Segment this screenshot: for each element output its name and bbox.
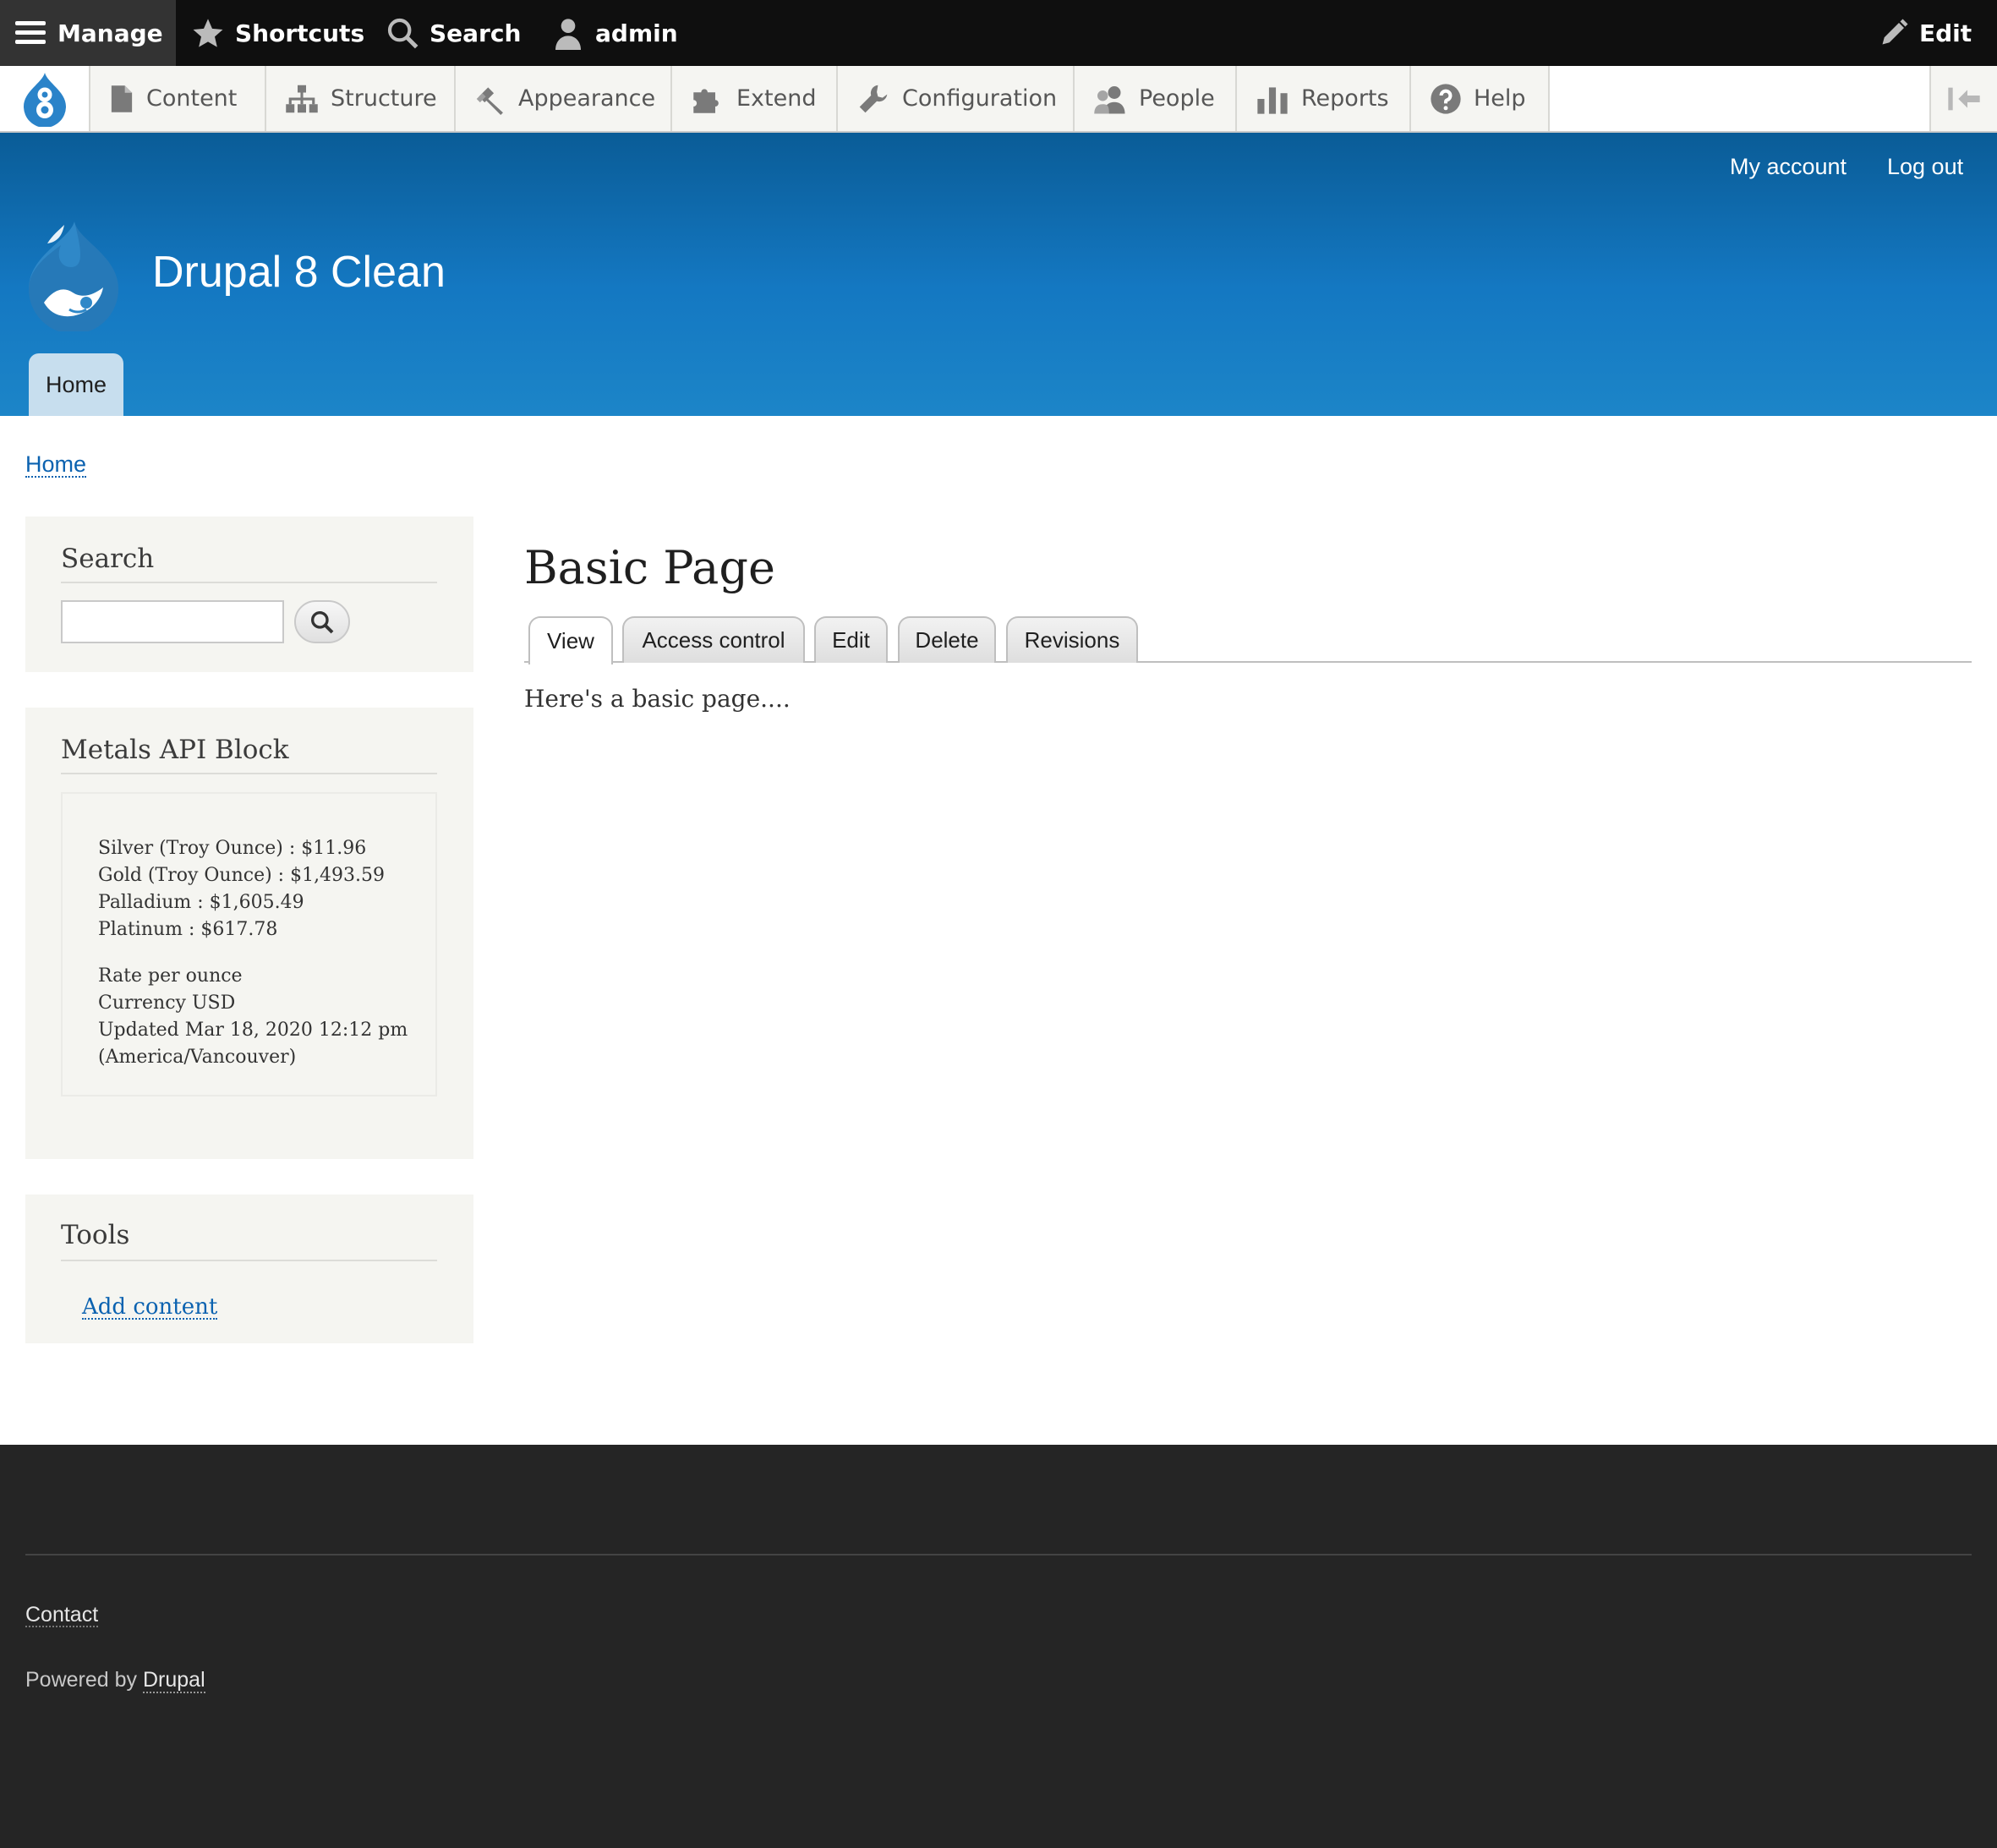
tray-item-label: Configuration bbox=[902, 85, 1058, 112]
site-name[interactable]: Drupal 8 Clean bbox=[152, 247, 446, 298]
block-title: Search bbox=[61, 544, 155, 574]
log-out-link[interactable]: Log out bbox=[1887, 154, 1963, 180]
gold-rate: Gold (Troy Ounce) : $1,493.59 bbox=[98, 865, 386, 886]
toolbar-manage-label: Manage bbox=[57, 19, 163, 47]
tray-item-label: Structure bbox=[331, 85, 437, 112]
tab-access-control[interactable]: Access control bbox=[622, 616, 805, 663]
people-icon bbox=[1094, 85, 1125, 113]
pencil-icon bbox=[1882, 19, 1908, 45]
platinum-rate: Platinum : $617.78 bbox=[98, 919, 278, 940]
tab-delete[interactable]: Delete bbox=[898, 616, 996, 663]
main-nav-home[interactable]: Home bbox=[29, 353, 123, 416]
toolbar-shortcuts[interactable]: Shortcuts bbox=[191, 0, 364, 66]
site-footer bbox=[0, 1445, 1997, 1848]
toolbar-edit[interactable]: Edit bbox=[1879, 0, 1972, 66]
divider bbox=[61, 582, 437, 583]
bar-chart-icon bbox=[1257, 86, 1288, 114]
drupal-link[interactable]: Drupal bbox=[142, 1668, 205, 1693]
search-block: Search bbox=[25, 517, 473, 672]
tray-item-content[interactable]: Content bbox=[90, 66, 266, 131]
node-body: Here's a basic page.... bbox=[524, 685, 791, 713]
search-input[interactable] bbox=[61, 600, 284, 643]
tray-item-configuration[interactable]: Configuration bbox=[838, 66, 1075, 131]
palladium-rate: Palladium : $1,605.49 bbox=[98, 892, 304, 913]
tray-item-label: Appearance bbox=[518, 85, 656, 112]
timezone-label: (America/Vancouver) bbox=[98, 1047, 297, 1068]
drupal-home-link[interactable] bbox=[0, 66, 90, 131]
tray-item-appearance[interactable]: Appearance bbox=[456, 66, 672, 131]
tools-block: Tools Add content bbox=[25, 1195, 473, 1343]
tray-item-label: Help bbox=[1474, 85, 1526, 112]
tray-item-reports[interactable]: Reports bbox=[1237, 66, 1411, 131]
search-icon bbox=[311, 610, 334, 633]
powered-by-text: Powered by bbox=[25, 1668, 138, 1692]
admin-toolbar: Manage Shortcuts Search admin Edit bbox=[0, 0, 1997, 66]
my-account-link[interactable]: My account bbox=[1730, 154, 1847, 180]
tray-orientation-toggle[interactable] bbox=[1929, 66, 1997, 131]
tray-item-extend[interactable]: Extend bbox=[672, 66, 838, 131]
tray-item-structure[interactable]: Structure bbox=[266, 66, 456, 131]
search-button[interactable] bbox=[294, 600, 350, 643]
paintbrush-icon bbox=[476, 86, 503, 115]
updated-timestamp: Updated Mar 18, 2020 12:12 pm bbox=[98, 1020, 408, 1041]
collapse-arrow-icon bbox=[1948, 87, 1980, 110]
toolbar-user[interactable]: admin bbox=[551, 0, 678, 66]
wrench-icon bbox=[859, 85, 888, 112]
add-content-link[interactable]: Add content bbox=[82, 1296, 218, 1320]
file-icon bbox=[111, 85, 133, 112]
block-title: Tools bbox=[61, 1220, 130, 1250]
silver-rate: Silver (Troy Ounce) : $11.96 bbox=[98, 838, 367, 859]
tray-item-label: Extend bbox=[736, 85, 817, 112]
metals-content: Silver (Troy Ounce) : $11.96 Gold (Troy … bbox=[61, 792, 437, 1096]
tray-item-label: People bbox=[1139, 85, 1215, 112]
tray-item-label: Reports bbox=[1301, 85, 1389, 112]
toolbar-search-label: Search bbox=[429, 19, 522, 47]
toolbar-manage[interactable]: Manage bbox=[0, 0, 176, 66]
admin-tray: Content Structure Appearance Extend Conf… bbox=[0, 66, 1997, 133]
toolbar-user-label: admin bbox=[595, 19, 678, 47]
divider bbox=[61, 1260, 437, 1261]
search-icon bbox=[387, 18, 419, 49]
user-icon bbox=[555, 19, 581, 50]
tray-item-label: Content bbox=[146, 85, 238, 112]
tray-item-help[interactable]: Help bbox=[1411, 66, 1550, 131]
puzzle-icon bbox=[693, 88, 719, 113]
breadcrumb-home[interactable]: Home bbox=[25, 452, 87, 478]
divider bbox=[61, 773, 437, 774]
tab-view[interactable]: View bbox=[528, 616, 613, 664]
footer-divider bbox=[25, 1554, 1972, 1555]
contact-link[interactable]: Contact bbox=[25, 1604, 99, 1627]
page-title: Basic Page bbox=[524, 541, 775, 594]
drupal-logo-icon[interactable] bbox=[22, 218, 125, 331]
toolbar-search[interactable]: Search bbox=[386, 0, 521, 66]
star-icon bbox=[193, 19, 223, 47]
tab-revisions[interactable]: Revisions bbox=[1006, 616, 1138, 663]
toolbar-shortcuts-label: Shortcuts bbox=[235, 19, 365, 47]
powered-by: Powered by Drupal bbox=[25, 1668, 205, 1693]
metals-api-block: Metals API Block Silver (Troy Ounce) : $… bbox=[25, 708, 473, 1159]
help-icon bbox=[1431, 83, 1461, 114]
toolbar-edit-label: Edit bbox=[1919, 19, 1972, 47]
rate-per-label: Rate per ounce bbox=[98, 965, 243, 987]
currency-label: Currency USD bbox=[98, 992, 236, 1014]
tray-item-people[interactable]: People bbox=[1075, 66, 1237, 131]
sitemap-icon bbox=[286, 85, 318, 112]
hamburger-icon bbox=[15, 21, 46, 44]
drupal-logo-icon bbox=[23, 72, 66, 127]
block-title: Metals API Block bbox=[61, 735, 289, 765]
tab-edit[interactable]: Edit bbox=[814, 616, 888, 663]
